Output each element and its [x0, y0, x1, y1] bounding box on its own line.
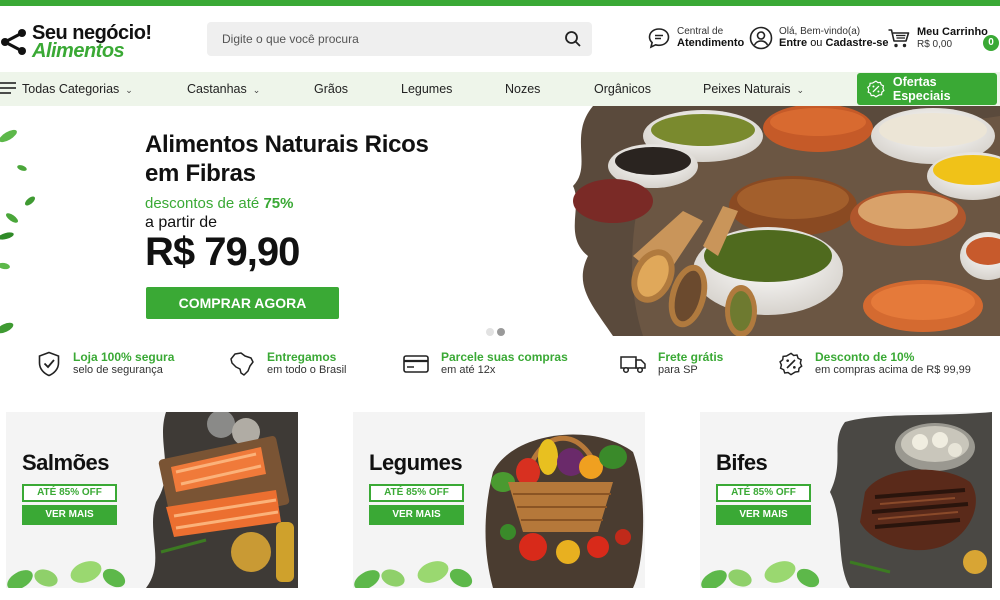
nav-all-categories[interactable]: Todas Categorias ⌄ [0, 72, 133, 106]
special-offers-button[interactable]: Ofertas Especiais [857, 73, 997, 105]
nav-label: Peixes Naturais [703, 82, 791, 96]
percent-badge-icon [867, 80, 885, 98]
support-big: Atendimento [677, 37, 745, 49]
leaf-decoration [701, 561, 820, 588]
feature-title: Parcele suas compras [441, 350, 568, 364]
feature-discount: Desconto de 10% em compras acima de R$ 99… [779, 350, 971, 377]
feature-title: Desconto de 10% [815, 350, 915, 364]
nav-label: Castanhas [187, 82, 247, 96]
cart-icon [888, 29, 910, 48]
feature-title: Loja 100% segura [73, 350, 175, 364]
hero-title-line2: em Fibras [145, 160, 256, 187]
category-nav: Todas Categorias ⌄ Castanhas ⌄ Grãos Legum… [0, 72, 1000, 106]
leaf-decoration [0, 129, 35, 334]
feature-installments: Parcele suas compras em até 12x [403, 350, 568, 377]
salmon-image [126, 412, 298, 588]
leaf-decoration [7, 561, 126, 588]
chevron-down-icon: ⌄ [125, 85, 133, 95]
see-more-button[interactable]: VER MAIS [22, 505, 117, 525]
carousel-dot[interactable] [486, 328, 494, 336]
search-box [207, 22, 592, 56]
hero-price: R$ 79,90 [145, 230, 300, 274]
hero-title: Alimentos Naturais Ricos em Fibras [145, 130, 429, 188]
special-offers-label: Ofertas Especiais [892, 75, 951, 103]
features-bar: Loja 100% segura selo de segurança Entreg… [0, 336, 1000, 410]
nav-label: Nozes [505, 82, 541, 96]
cart-label: Meu Carrinho [917, 26, 988, 38]
truck-icon [620, 355, 646, 373]
card-title: Legumes [369, 450, 463, 475]
user-icon[interactable] [749, 26, 773, 50]
logo-line2: Alimentos [32, 40, 125, 62]
see-more-button[interactable]: VER MAIS [716, 505, 811, 525]
cart-total: R$ 0,00 [917, 39, 953, 50]
feature-sub: em compras acima de R$ 99,99 [815, 364, 971, 376]
chevron-down-icon: ⌄ [796, 85, 805, 95]
card-title: Salmões [22, 450, 110, 475]
nav-item-nozes[interactable]: Nozes [505, 72, 540, 106]
feature-sub: para SP [658, 364, 698, 376]
nav-label: Orgânicos [594, 82, 651, 96]
account-area: Olá, Bem-vindo(a) Entre ou Cadastre-se [749, 26, 888, 50]
nav-item-graos[interactable]: Grãos [314, 72, 348, 106]
hero-title-line1: Alimentos Naturais Ricos [145, 131, 429, 158]
or-text: ou [810, 37, 823, 49]
chat-icon [648, 28, 670, 49]
feature-sub: em até 12x [441, 364, 496, 376]
percent-badge-icon [779, 351, 803, 376]
carousel-dots [486, 328, 508, 336]
chevron-down-icon: ⌄ [252, 85, 261, 95]
card-discount-badge: ATÉ 85% OFF [716, 484, 811, 502]
login-link[interactable]: Entre [779, 37, 807, 49]
share-icon [1, 29, 26, 55]
menu-icon [0, 82, 16, 94]
shield-check-icon [38, 351, 60, 376]
feature-delivery: Entregamos em todo o Brasil [229, 350, 346, 377]
leaf-decoration [354, 561, 473, 588]
discount-prefix: descontos de até [145, 195, 260, 212]
feature-sub: selo de segurança [73, 364, 163, 376]
feature-secure: Loja 100% segura selo de segurança [37, 350, 174, 377]
buy-now-button[interactable]: COMPRAR AGORA [146, 287, 339, 319]
card-discount-badge: ATÉ 85% OFF [22, 484, 117, 502]
support-small: Central de [677, 26, 724, 37]
nav-item-peixes[interactable]: Peixes Naturais ⌄ [703, 72, 804, 106]
discount-value: 75% [263, 195, 294, 212]
vegetable-basket-image [473, 412, 645, 588]
steak-image [820, 412, 992, 588]
logo[interactable]: Seu negócio! Alimentos [0, 20, 170, 64]
nav-item-castanhas[interactable]: Castanhas ⌄ [187, 72, 260, 106]
support-link[interactable]: Central de Atendimento [647, 26, 744, 50]
search-input[interactable] [207, 22, 547, 56]
site-header: Seu negócio! Alimentos Central de Atendi… [0, 6, 1000, 72]
cart-button[interactable]: Meu Carrinho R$ 0,00 [887, 26, 988, 50]
nav-item-organicos[interactable]: Orgânicos [594, 72, 651, 106]
cart-count-badge: 0 [983, 35, 999, 51]
card-discount-badge: ATÉ 85% OFF [369, 484, 464, 502]
nav-all-label: Todas Categorias [22, 82, 120, 96]
category-card-legumes[interactable]: Legumes ATÉ 85% OFF VER MAIS [353, 412, 645, 588]
search-icon[interactable] [564, 30, 582, 48]
signup-link[interactable]: Cadastre-se [826, 37, 889, 49]
nav-item-legumes[interactable]: Legumes [401, 72, 452, 106]
grains-image [573, 106, 1000, 336]
category-card-salmoes[interactable]: Salmões ATÉ 85% OFF VER MAIS [6, 412, 298, 588]
brazil-map-icon [230, 351, 254, 376]
feature-sub: em todo o Brasil [267, 364, 347, 376]
welcome-text: Olá, Bem-vindo(a) [779, 26, 861, 37]
see-more-button[interactable]: VER MAIS [369, 505, 464, 525]
hero-banner: Alimentos Naturais Ricos em Fibras descon… [0, 106, 1000, 336]
feature-free-shipping: Frete grátis para SP [620, 350, 723, 377]
nav-label: Legumes [401, 82, 453, 96]
credit-card-icon [403, 354, 429, 373]
category-card-bifes[interactable]: Bifes ATÉ 85% OFF VER MAIS [700, 412, 992, 588]
feature-title: Entregamos [267, 350, 337, 364]
feature-title: Frete grátis [658, 350, 724, 364]
card-title: Bifes [716, 450, 768, 475]
hero-discount: descontos de até 75% [145, 195, 293, 212]
nav-label: Grãos [314, 82, 349, 96]
carousel-dot-active[interactable] [497, 328, 505, 336]
